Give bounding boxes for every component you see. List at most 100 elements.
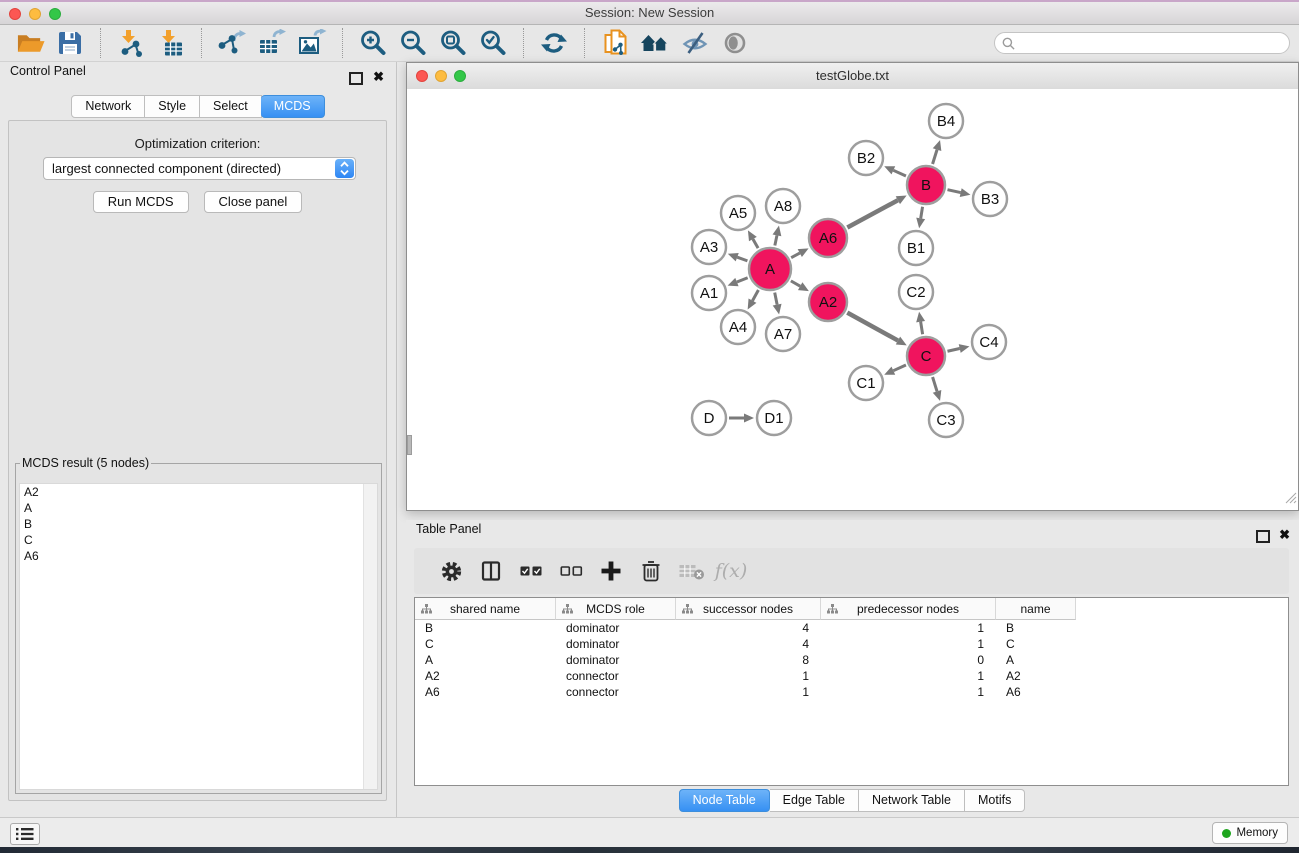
- new-network-from-selection-icon[interactable]: [595, 27, 635, 59]
- edge-A6-B[interactable]: [847, 195, 906, 227]
- node-B3[interactable]: B3: [973, 182, 1007, 216]
- edge-A-A2[interactable]: [791, 281, 809, 291]
- table-row[interactable]: A6connector11A6: [415, 684, 1288, 700]
- edge-A-A8[interactable]: [773, 226, 782, 246]
- mcds-result-item[interactable]: A2: [20, 484, 377, 500]
- node-A3[interactable]: A3: [692, 230, 726, 264]
- table-cell[interactable]: dominator: [556, 620, 676, 636]
- search-input[interactable]: [1020, 35, 1282, 51]
- mcds-result-item[interactable]: A6: [20, 548, 377, 564]
- optimization-criterion-select[interactable]: largest connected component (directed): [43, 157, 356, 180]
- edge-A-A5[interactable]: [748, 230, 758, 248]
- table-cell[interactable]: 8: [676, 652, 821, 668]
- node-C[interactable]: C: [907, 337, 945, 375]
- zoom-window-light[interactable]: [49, 8, 61, 20]
- tab-motifs[interactable]: Motifs: [965, 789, 1025, 812]
- node-A7[interactable]: A7: [766, 317, 800, 351]
- table-cell[interactable]: A6: [415, 684, 556, 700]
- search-field[interactable]: [994, 32, 1290, 54]
- node-B4[interactable]: B4: [929, 104, 963, 138]
- zoom-selected-icon[interactable]: [473, 27, 513, 59]
- memory-button[interactable]: Memory: [1212, 822, 1288, 844]
- edge-A-A4[interactable]: [748, 290, 759, 309]
- node-B[interactable]: B: [907, 166, 945, 204]
- node-C2[interactable]: C2: [899, 275, 933, 309]
- tab-mcds[interactable]: MCDS: [261, 95, 325, 118]
- node-A[interactable]: A: [749, 248, 791, 290]
- splitter-handle[interactable]: [407, 435, 412, 455]
- node-C4[interactable]: C4: [972, 325, 1006, 359]
- tab-style[interactable]: Style: [145, 95, 200, 118]
- node-A5[interactable]: A5: [721, 196, 755, 230]
- resize-grip-icon[interactable]: [1283, 490, 1297, 509]
- tab-edge-table[interactable]: Edge Table: [770, 789, 859, 812]
- export-network-icon[interactable]: [212, 27, 252, 59]
- edge-A2-C[interactable]: [847, 313, 906, 346]
- node-B1[interactable]: B1: [899, 231, 933, 265]
- column-header-name[interactable]: name: [996, 598, 1076, 620]
- edge-D-D1[interactable]: [729, 414, 754, 423]
- edge-A-A1[interactable]: [728, 278, 748, 286]
- network-canvas[interactable]: B4B2BB3A5A8A6A3B1AA1C2A2A4A7CC4C1C3DD1: [407, 89, 1298, 510]
- float-table-panel-icon[interactable]: [1256, 530, 1270, 543]
- close-table-panel-icon[interactable]: ✖: [1279, 527, 1290, 543]
- table-cell[interactable]: 1: [821, 636, 996, 652]
- node-A6[interactable]: A6: [809, 219, 847, 257]
- column-header-successor-nodes[interactable]: successor nodes: [676, 598, 821, 620]
- table-cell[interactable]: C: [996, 636, 1076, 652]
- minimize-window-light[interactable]: [29, 8, 41, 20]
- hide-selected-icon[interactable]: [675, 27, 715, 59]
- refresh-layout-icon[interactable]: [534, 27, 574, 59]
- column-header-predecessor-nodes[interactable]: predecessor nodes: [821, 598, 996, 620]
- node-A8[interactable]: A8: [766, 189, 800, 223]
- add-column-icon[interactable]: [591, 560, 631, 582]
- export-image-icon[interactable]: [292, 27, 332, 59]
- edge-C-C4[interactable]: [947, 344, 969, 353]
- close-panel-button[interactable]: Close panel: [204, 191, 303, 213]
- table-cell[interactable]: 1: [821, 620, 996, 636]
- network-zoom-light[interactable]: [454, 70, 466, 82]
- table-cell[interactable]: 1: [676, 684, 821, 700]
- mcds-result-item[interactable]: C: [20, 532, 377, 548]
- edge-A-A7[interactable]: [773, 293, 782, 315]
- node-D[interactable]: D: [692, 401, 726, 435]
- mcds-result-item[interactable]: B: [20, 516, 377, 532]
- import-network-icon[interactable]: [111, 27, 151, 59]
- tab-network[interactable]: Network: [71, 95, 145, 118]
- table-cell[interactable]: connector: [556, 684, 676, 700]
- edge-B-B2[interactable]: [884, 166, 906, 176]
- deselect-all-icon[interactable]: [551, 564, 591, 578]
- float-panel-icon[interactable]: [349, 72, 363, 85]
- table-cell[interactable]: dominator: [556, 652, 676, 668]
- node-B2[interactable]: B2: [849, 141, 883, 175]
- node-A4[interactable]: A4: [721, 310, 755, 344]
- mcds-result-item[interactable]: A: [20, 500, 377, 516]
- table-cell[interactable]: connector: [556, 668, 676, 684]
- table-cell[interactable]: 4: [676, 620, 821, 636]
- table-cell[interactable]: C: [415, 636, 556, 652]
- table-mode-icon[interactable]: [431, 560, 471, 583]
- run-mcds-button[interactable]: Run MCDS: [93, 191, 189, 213]
- select-all-icon[interactable]: [511, 564, 551, 578]
- table-cell[interactable]: A2: [415, 668, 556, 684]
- edge-A-A6[interactable]: [791, 248, 808, 257]
- show-all-icon[interactable]: [715, 27, 755, 59]
- edge-C-C3[interactable]: [933, 377, 942, 401]
- table-cell[interactable]: B: [996, 620, 1076, 636]
- node-A2[interactable]: A2: [809, 283, 847, 321]
- network-close-light[interactable]: [416, 70, 428, 82]
- table-cell[interactable]: 1: [821, 668, 996, 684]
- export-table-icon[interactable]: [252, 27, 292, 59]
- network-window-titlebar[interactable]: testGlobe.txt: [407, 63, 1298, 90]
- table-row[interactable]: Bdominator41B: [415, 620, 1288, 636]
- close-window-light[interactable]: [9, 8, 21, 20]
- node-C1[interactable]: C1: [849, 366, 883, 400]
- first-neighbors-icon[interactable]: [635, 27, 675, 59]
- node-A1[interactable]: A1: [692, 276, 726, 310]
- zoom-in-icon[interactable]: [353, 27, 393, 59]
- node-C3[interactable]: C3: [929, 403, 963, 437]
- edge-B-B4[interactable]: [933, 140, 942, 164]
- table-row[interactable]: Adominator80A: [415, 652, 1288, 668]
- tab-network-table[interactable]: Network Table: [859, 789, 965, 812]
- table-cell[interactable]: A: [415, 652, 556, 668]
